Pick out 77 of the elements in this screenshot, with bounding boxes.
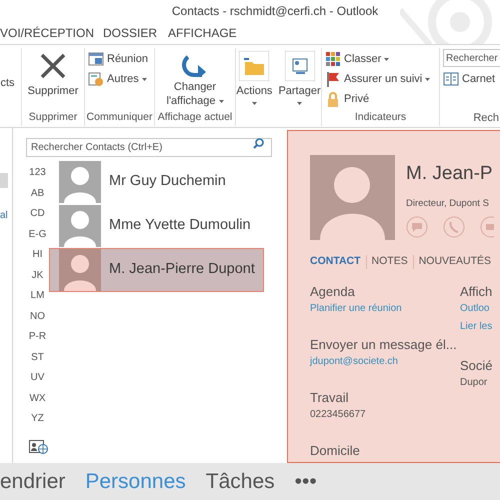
contact-name: Mme Yvette Dumoulin bbox=[109, 216, 251, 236]
delete-icon bbox=[38, 51, 68, 81]
field-label: Domicile bbox=[310, 442, 361, 460]
video-icon bbox=[480, 216, 494, 238]
avatar-icon bbox=[310, 155, 395, 240]
field-value: Dupor bbox=[460, 376, 488, 390]
ribbon-button[interactable]: Actions bbox=[234, 48, 274, 110]
index-letter[interactable]: E-G bbox=[28, 224, 46, 245]
ribbon-button[interactable]: Autres bbox=[88, 69, 147, 89]
contact-subtitle: Directeur, Dupont S bbox=[406, 197, 490, 211]
search-field[interactable]: Rechercher bbox=[443, 49, 500, 67]
share-icon bbox=[284, 51, 315, 81]
index-letter[interactable]: CD bbox=[30, 204, 45, 224]
ribbon-button[interactable]: Carnet bbox=[443, 69, 496, 89]
index-letter[interactable]: 123 bbox=[29, 163, 46, 184]
contact-item[interactable]: M. Jean-Pierre Dupont bbox=[49, 248, 264, 292]
group-label: Affichage actuel bbox=[158, 111, 232, 123]
contact-name: M. Jean-Pierre Dupont bbox=[109, 260, 255, 280]
window-title: Contacts - rschmidt@cerfi.ch - Outlook bbox=[172, 3, 378, 20]
nav-item[interactable]: endrier bbox=[0, 468, 66, 494]
group-label: Supprimer bbox=[28, 111, 78, 123]
avatar-icon bbox=[59, 205, 101, 247]
index-letter[interactable]: P-R bbox=[28, 327, 46, 348]
color-grid-icon bbox=[325, 51, 341, 67]
nav-item[interactable]: Tâches bbox=[206, 468, 275, 494]
group-label: Indicateurs bbox=[354, 111, 406, 123]
index-letter[interactable]: LM bbox=[30, 286, 44, 306]
field-label: Socié bbox=[460, 356, 494, 375]
avatar-icon bbox=[59, 249, 101, 291]
document-icon bbox=[88, 71, 104, 87]
ribbon-tab[interactable]: DOSSIER bbox=[100, 22, 160, 44]
ribbon-tab[interactable]: VOI/RÉCEPTION bbox=[0, 22, 98, 44]
group-label: Rech bbox=[473, 112, 499, 124]
field-value: 0223456677 bbox=[310, 408, 367, 422]
field-label: Envoyer un message él... bbox=[310, 336, 458, 354]
field-label: Affich bbox=[460, 282, 494, 301]
nav-item[interactable]: ••• bbox=[294, 468, 317, 494]
index-letter[interactable]: JK bbox=[32, 266, 44, 286]
field-label: Travail bbox=[310, 388, 350, 407]
index-letter[interactable]: UV bbox=[30, 368, 44, 388]
avatar-icon bbox=[59, 161, 101, 203]
contact-item[interactable]: Mme Yvette Dumoulin bbox=[49, 204, 264, 248]
ribbon-button[interactable]: Partager bbox=[276, 48, 323, 110]
field-label: Agenda bbox=[310, 282, 356, 301]
card-tab[interactable]: CONTACT bbox=[310, 254, 361, 270]
index-letter[interactable]: HI bbox=[32, 245, 42, 266]
ribbon-button[interactable]: Assurer un suivi bbox=[325, 69, 430, 89]
ribbon-button[interactable]: Supprimer bbox=[26, 48, 80, 110]
ribbon-button[interactable]: Classer bbox=[325, 49, 390, 69]
group-label: Communiquer bbox=[86, 111, 152, 123]
address-book-icon bbox=[443, 71, 459, 87]
folder-highlight[interactable] bbox=[0, 173, 8, 188]
ribbon-button[interactable]: Privé bbox=[325, 89, 370, 109]
card-tab[interactable]: NOTES bbox=[372, 254, 408, 270]
phone-icon bbox=[443, 216, 465, 238]
flag-icon bbox=[325, 70, 341, 88]
folder-link[interactable]: al bbox=[0, 208, 13, 223]
index-letter[interactable]: WX bbox=[29, 388, 46, 409]
contact-name: Mr Guy Duchemin bbox=[109, 172, 226, 192]
index-letter[interactable]: YZ bbox=[31, 409, 44, 430]
search-icon bbox=[253, 138, 264, 149]
folder-icon bbox=[239, 51, 270, 81]
calendar-icon bbox=[88, 51, 104, 67]
card-tab[interactable]: NOUVEAUTÉS bbox=[418, 254, 492, 270]
ribbon-button[interactable]: Changer l'affichage bbox=[160, 48, 230, 110]
search-field[interactable]: Rechercher Contacts (Ctrl+E) bbox=[26, 138, 272, 157]
address-globe-icon bbox=[28, 440, 48, 454]
index-letter[interactable]: AB bbox=[30, 184, 44, 204]
lock-icon bbox=[325, 91, 341, 107]
contact-item[interactable]: Mr Guy Duchemin bbox=[49, 160, 264, 204]
ribbon-tab[interactable]: AFFICHAGE bbox=[165, 22, 240, 44]
index-letter[interactable]: ST bbox=[31, 348, 44, 368]
ribbon-button[interactable]: cts bbox=[0, 48, 17, 90]
contact-name: M. Jean-P bbox=[406, 162, 494, 186]
index-letter[interactable]: NO bbox=[30, 306, 45, 327]
chat-icon bbox=[406, 216, 428, 238]
ribbon-button[interactable]: Réunion bbox=[88, 49, 148, 69]
